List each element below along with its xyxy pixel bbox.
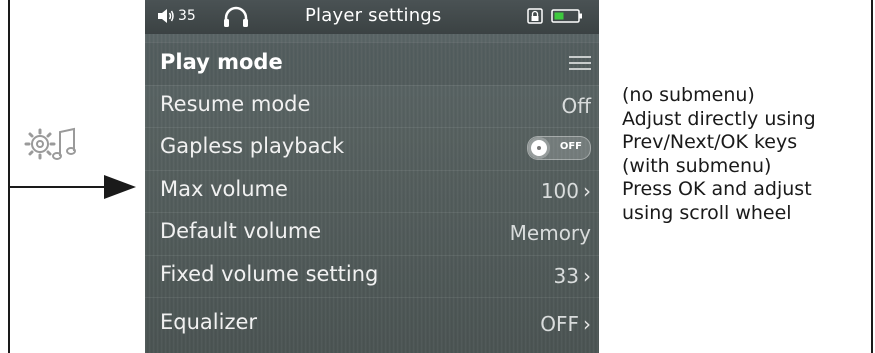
gapless-playback-toggle[interactable]: OFF	[527, 136, 591, 160]
settings-music-icon	[24, 127, 76, 160]
battery-icon	[551, 9, 582, 23]
menu-item-max-volume[interactable]: Max volume 100 ›	[145, 170, 599, 210]
menu-header-icon-wrap	[569, 55, 591, 71]
menu-item-equalizer[interactable]: Equalizer OFF ›	[145, 297, 599, 353]
menu-header-play-mode[interactable]: Play mode	[145, 42, 599, 85]
menu-item-value: OFF	[527, 136, 591, 160]
default-volume-value: Memory	[509, 221, 591, 245]
menu-item-value: OFF ›	[540, 312, 591, 336]
chevron-right-icon: ›	[583, 312, 591, 336]
menu-item-label: Gapless playback	[160, 134, 345, 158]
description-line: Press OK and adjust	[622, 178, 812, 200]
pointer-arrow	[104, 175, 136, 199]
description-line: Prev/Next/OK keys	[622, 131, 798, 153]
resume-mode-value: Off	[561, 94, 591, 118]
menu-item-value: 33 ›	[554, 264, 591, 288]
menu-item-resume-mode[interactable]: Resume mode Off	[145, 85, 599, 125]
equalizer-value: OFF	[540, 312, 579, 336]
menu-item-label: Fixed volume setting	[160, 262, 379, 286]
max-volume-value: 100	[540, 179, 579, 203]
description-text: (no submenu) Adjust directly using Prev/…	[622, 84, 867, 225]
menu-header-label: Play mode	[160, 50, 283, 74]
pointer-line	[8, 186, 108, 188]
description-line: (no submenu)	[622, 84, 755, 106]
hamburger-menu-icon[interactable]	[569, 55, 591, 71]
headphone-icon	[224, 6, 248, 27]
toggle-state-label: OFF	[559, 141, 582, 152]
screen-title: Player settings	[305, 5, 442, 26]
fixed-volume-value: 33	[553, 264, 579, 288]
volume-level: 35	[178, 8, 196, 24]
lock-icon	[527, 8, 543, 24]
description-line: Adjust directly using	[622, 107, 816, 130]
menu-item-gapless-playback[interactable]: Gapless playback OFF	[145, 127, 599, 167]
menu-item-label: Default volume	[160, 219, 322, 243]
description-line: (with submenu)	[622, 154, 772, 177]
menu-item-value: 100 ›	[541, 179, 591, 203]
menu-item-default-volume[interactable]: Default volume Memory	[145, 212, 599, 252]
menu-item-fixed-volume-setting[interactable]: Fixed volume setting 33 ›	[145, 255, 599, 295]
chevron-right-icon: ›	[583, 264, 591, 288]
menu-item-value: Off	[561, 94, 591, 118]
menu-item-label: Max volume	[160, 177, 288, 201]
menu-item-label: Resume mode	[160, 92, 311, 116]
speaker-icon	[158, 9, 174, 23]
chevron-right-icon: ›	[583, 179, 591, 203]
toggle-knob	[531, 140, 547, 156]
device-screen: 35 Player settings Play mode Resume mode…	[145, 0, 599, 353]
menu-item-value: Memory	[510, 221, 591, 245]
description-line: using scroll wheel	[622, 201, 792, 224]
status-bar: 35 Player settings	[145, 0, 599, 34]
menu-item-label: Equalizer	[160, 310, 258, 334]
